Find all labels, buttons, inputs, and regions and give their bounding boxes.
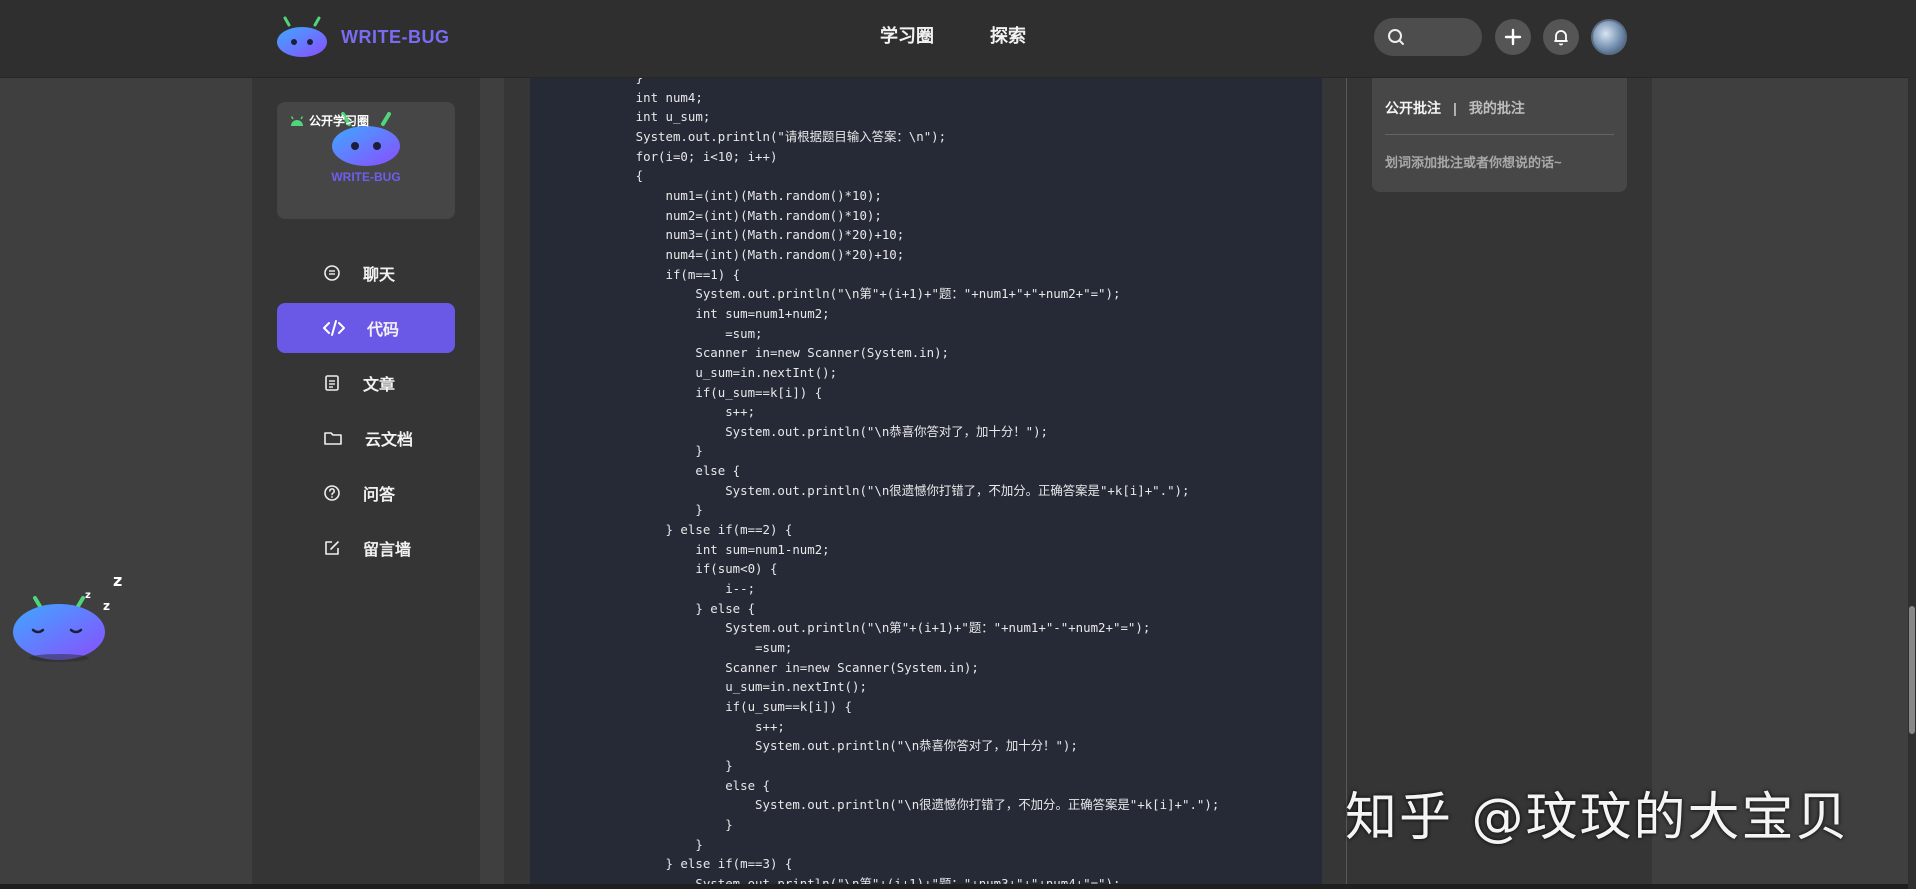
question-icon: [324, 485, 340, 501]
sidebar-item-label: 问答: [363, 487, 396, 504]
tab-public-annotations[interactable]: 公开批注: [1385, 98, 1441, 118]
notifications-button[interactable]: [1543, 19, 1579, 55]
sidebar-menu: 聊天 代码 文章 云文档 问答 留言墙: [277, 248, 455, 578]
page-scrollbar[interactable]: [1908, 0, 1916, 889]
sidebar-item-label: 代码: [367, 322, 400, 339]
sidebar-item-label: 文章: [363, 377, 396, 394]
tab-my-annotations[interactable]: 我的批注: [1469, 98, 1525, 118]
sidebar-item-chat[interactable]: 聊天: [277, 248, 455, 298]
sidebar-item-articles[interactable]: 文章: [277, 358, 455, 408]
annotation-hint: 划词添加批注或者你想说的话~: [1385, 155, 1562, 170]
top-header: WRITE-BUG 学习圈 探索: [0, 0, 1916, 78]
svg-text:z: z: [113, 571, 122, 590]
svg-text:z: z: [85, 590, 91, 601]
annotation-card: 公开批注 | 我的批注 划词添加批注或者你想说的话~: [1372, 78, 1627, 192]
android-icon: [290, 115, 304, 126]
sidebar-item-code[interactable]: 代码: [277, 303, 455, 353]
code-viewer[interactable]: } int num4; int u_sum; System.out.printl…: [530, 78, 1322, 889]
right-panel: [1346, 78, 1652, 889]
study-circle-card[interactable]: 公开学习圈 WRITE-BUG: [277, 102, 455, 219]
plus-icon: [1504, 28, 1522, 46]
group-tag-label: 公开学习圈: [309, 114, 370, 128]
sidebar-item-label: 云文档: [365, 432, 414, 449]
tab-separator: |: [1453, 100, 1457, 116]
sidebar-item-qa[interactable]: 问答: [277, 468, 455, 518]
group-tag: 公开学习圈: [289, 112, 369, 129]
svg-text:z: z: [103, 599, 110, 613]
nav-study-circle[interactable]: 学习圈: [880, 22, 934, 48]
scrollbar-thumb[interactable]: [1909, 606, 1915, 734]
sidebar-item-label: 聊天: [363, 267, 396, 284]
sidebar-item-label: 留言墙: [363, 542, 412, 559]
annotation-tabs: 公开批注 | 我的批注: [1385, 98, 1525, 118]
sidebar-item-message-wall[interactable]: 留言墙: [277, 523, 455, 573]
site-logo[interactable]: WRITE-BUG: [275, 14, 449, 60]
search-input[interactable]: [1374, 18, 1482, 56]
logo-text: WRITE-BUG: [341, 26, 450, 47]
group-logo-text: WRITE-BUG: [331, 170, 401, 184]
watermark-text: 知乎 @玟玟的大宝贝: [1345, 788, 1850, 848]
user-avatar[interactable]: [1591, 19, 1627, 55]
sleeping-mascot-icon[interactable]: z z z: [5, 570, 135, 670]
bell-icon: [1554, 30, 1568, 46]
code-block[interactable]: } int num4; int u_sum; System.out.printl…: [576, 78, 1220, 889]
add-button[interactable]: [1495, 19, 1531, 55]
bottom-edge: [0, 884, 1908, 889]
edit-icon: [325, 541, 339, 555]
folder-icon: [324, 432, 342, 445]
sidebar-item-cloud-docs[interactable]: 云文档: [277, 413, 455, 463]
divider: [1385, 134, 1614, 135]
nav-explore[interactable]: 探索: [990, 22, 1026, 48]
robot-mascot-icon: [277, 16, 327, 57]
search-icon: [1388, 29, 1404, 45]
code-icon: [323, 320, 345, 336]
document-icon: [325, 375, 339, 391]
main-nav: 学习圈 探索: [880, 22, 1026, 48]
left-sidebar: 公开学习圈 WRITE-BUG 聊天 代码 文章 云文档 问答 留言墙: [252, 78, 480, 889]
chat-icon: [324, 265, 340, 281]
